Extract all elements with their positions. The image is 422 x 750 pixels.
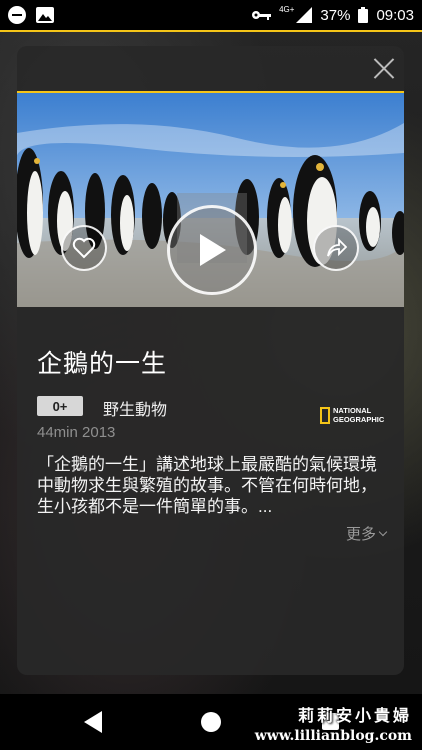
program-detail-card: 企鵝的一生 0+ 野生動物 44min 2013 NATIONAL GEOGRA… <box>17 46 404 675</box>
signal-icon <box>296 7 313 23</box>
share-icon[interactable] <box>313 225 359 271</box>
accent-line <box>0 30 422 32</box>
status-bar: 4G+ 37% 09:03 <box>0 0 422 30</box>
vpn-key-icon <box>252 11 272 20</box>
favorite-heart-icon[interactable] <box>61 225 107 271</box>
battery-icon <box>358 7 369 23</box>
home-icon[interactable] <box>201 712 221 732</box>
age-rating-badge: 0+ <box>37 396 83 416</box>
chevron-down-icon <box>378 527 388 536</box>
back-icon[interactable] <box>84 711 102 733</box>
network-type: 4G+ <box>279 4 295 14</box>
watermark: 莉莉安小貴婦 www.lillianblog.com <box>254 706 412 744</box>
close-icon[interactable] <box>372 56 396 80</box>
more-label: 更多 <box>345 526 376 543</box>
image-notification-icon <box>36 7 54 23</box>
program-title: 企鵝的一生 <box>37 350 168 378</box>
battery-percent: 37% <box>320 6 351 24</box>
play-icon[interactable] <box>167 205 257 295</box>
genre-label: 野生動物 <box>103 402 168 419</box>
program-thumbnail[interactable] <box>17 91 404 307</box>
national-geographic-logo: NATIONAL GEOGRAPHIC <box>320 406 384 424</box>
navigation-bar: 莉莉安小貴婦 www.lillianblog.com <box>0 694 422 750</box>
program-description: 「企鵝的一生」講述地球上最嚴酷的氣候環境中動物求生與繁殖的故事。不管在何時何地，… <box>37 455 377 516</box>
clock: 09:03 <box>376 6 414 24</box>
ng-frame-icon <box>320 406 330 424</box>
duration-year: 44min 2013 <box>37 424 116 441</box>
do-not-disturb-icon <box>8 6 26 24</box>
more-button[interactable]: 更多 <box>345 523 388 544</box>
